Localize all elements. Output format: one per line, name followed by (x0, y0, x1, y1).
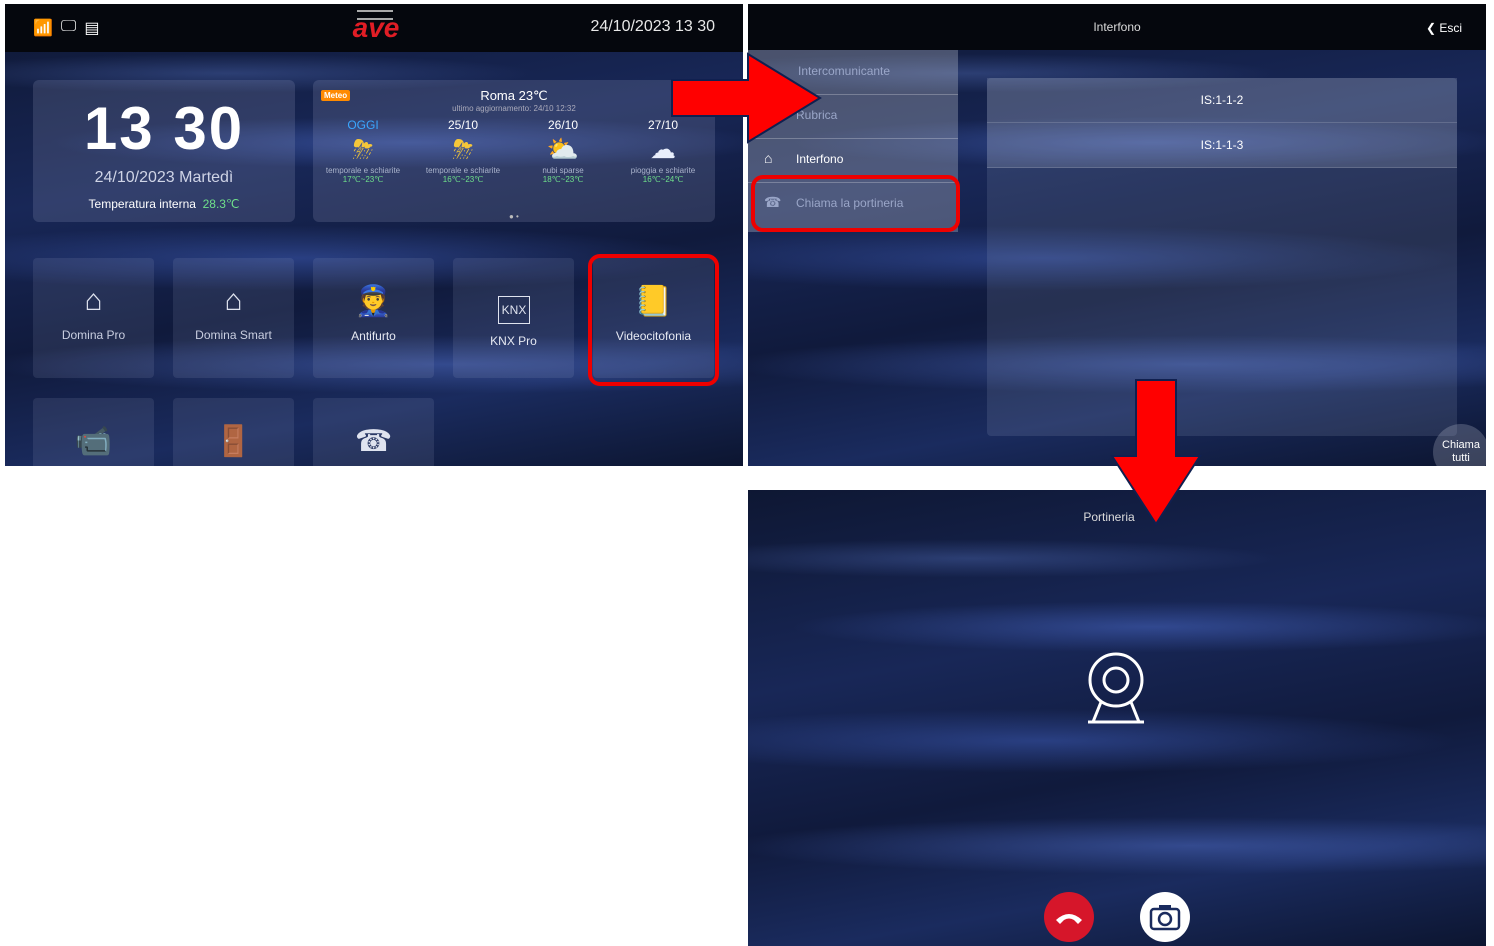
device-icon: ▤ (84, 20, 100, 37)
knx-icon: KNX (498, 296, 530, 324)
webcam-icon (1088, 652, 1144, 724)
back-button[interactable]: ❮ Esci (1426, 21, 1462, 35)
wifi-icon: 📶 (33, 20, 53, 37)
camera-cctv-icon: 📹 (74, 425, 113, 458)
ave-logo: ave (352, 12, 400, 43)
door-icon: 🚪 (214, 425, 253, 458)
tile-door[interactable]: 🚪 (173, 398, 294, 466)
weather-card[interactable]: Meteo Roma 23℃ ultimo aggiornamento: 24/… (313, 80, 715, 222)
highlight-box (751, 175, 960, 232)
storm-sun-icon: ⛈ (352, 134, 374, 164)
intercom-list: IS:1-1-2 IS:1-1-3 Chiama tutti (987, 78, 1486, 466)
phone-doc-icon: ☎ (354, 425, 393, 458)
hangup-button[interactable] (1044, 892, 1094, 942)
internal-temperature: Temperatura interna 28.3℃ (88, 197, 240, 211)
clock-time: 13 30 (83, 95, 245, 162)
tile-phone-doc[interactable]: ☎ (313, 398, 434, 466)
tile-domina-pro[interactable]: ⌂ Domina Pro (33, 258, 154, 378)
arrow-down-icon (1110, 379, 1202, 526)
forecast-day: 25/10 ⛈ temporale e schiarite 16℃~23℃ (413, 118, 513, 184)
arrow-right-icon (671, 52, 822, 144)
weather-city: Roma 23℃ (480, 88, 548, 103)
header-datetime: 24/10/2023 13 30 (590, 18, 715, 35)
weather-updated: ultimo aggiornamento: 24/10 12:32 (452, 104, 576, 113)
snapshot-button[interactable] (1140, 892, 1190, 942)
list-item[interactable]: IS:1-1-3 (987, 123, 1457, 168)
storm-sun-icon: ⛈ (452, 134, 474, 164)
tile-domina-smart[interactable]: ⌂ Domina Smart (173, 258, 294, 378)
home-screen: 📶 🖵 ▤ ave 24/10/2023 13 30 13 30 24/10/2… (5, 4, 743, 466)
house-icon: ⌂ (84, 284, 103, 317)
forecast-day: 26/10 ⛅ nubi sparse 18℃~23℃ (513, 118, 613, 184)
cloud-sun-icon: ⛅ (546, 134, 580, 164)
highlight-box (588, 254, 719, 386)
call-screen: Portineria (748, 490, 1486, 946)
intercom-header: Interfono ❮ Esci (748, 4, 1486, 50)
intercom-title: Interfono (1093, 20, 1141, 34)
clock-card: 13 30 24/10/2023 Martedì Temperatura int… (33, 80, 295, 222)
monitor-icon: 🖵 (60, 18, 77, 35)
forecast-day: OGGI ⛈ temporale e schiarite 17℃~23℃ (313, 118, 413, 184)
tile-knx-pro[interactable]: KNX KNX Pro (453, 258, 574, 378)
page-dots: ● • (509, 212, 519, 221)
guard-icon: 👮 (354, 285, 393, 318)
smart-house-icon: ⌂ (224, 284, 243, 317)
list-item[interactable]: IS:1-1-2 (987, 78, 1457, 123)
tile-antifurto[interactable]: 👮 Antifurto (313, 258, 434, 378)
camera-icon (1149, 905, 1181, 931)
tile-cctv[interactable]: 📹 (33, 398, 154, 466)
clock-date: 24/10/2023 Martedì (94, 169, 234, 186)
hangup-icon (1056, 914, 1082, 924)
intercom-icon: ⌂ (764, 150, 773, 166)
status-bar: 📶 🖵 ▤ ave 24/10/2023 13 30 (5, 4, 743, 52)
call-all-button[interactable]: Chiama tutti (1433, 424, 1486, 466)
